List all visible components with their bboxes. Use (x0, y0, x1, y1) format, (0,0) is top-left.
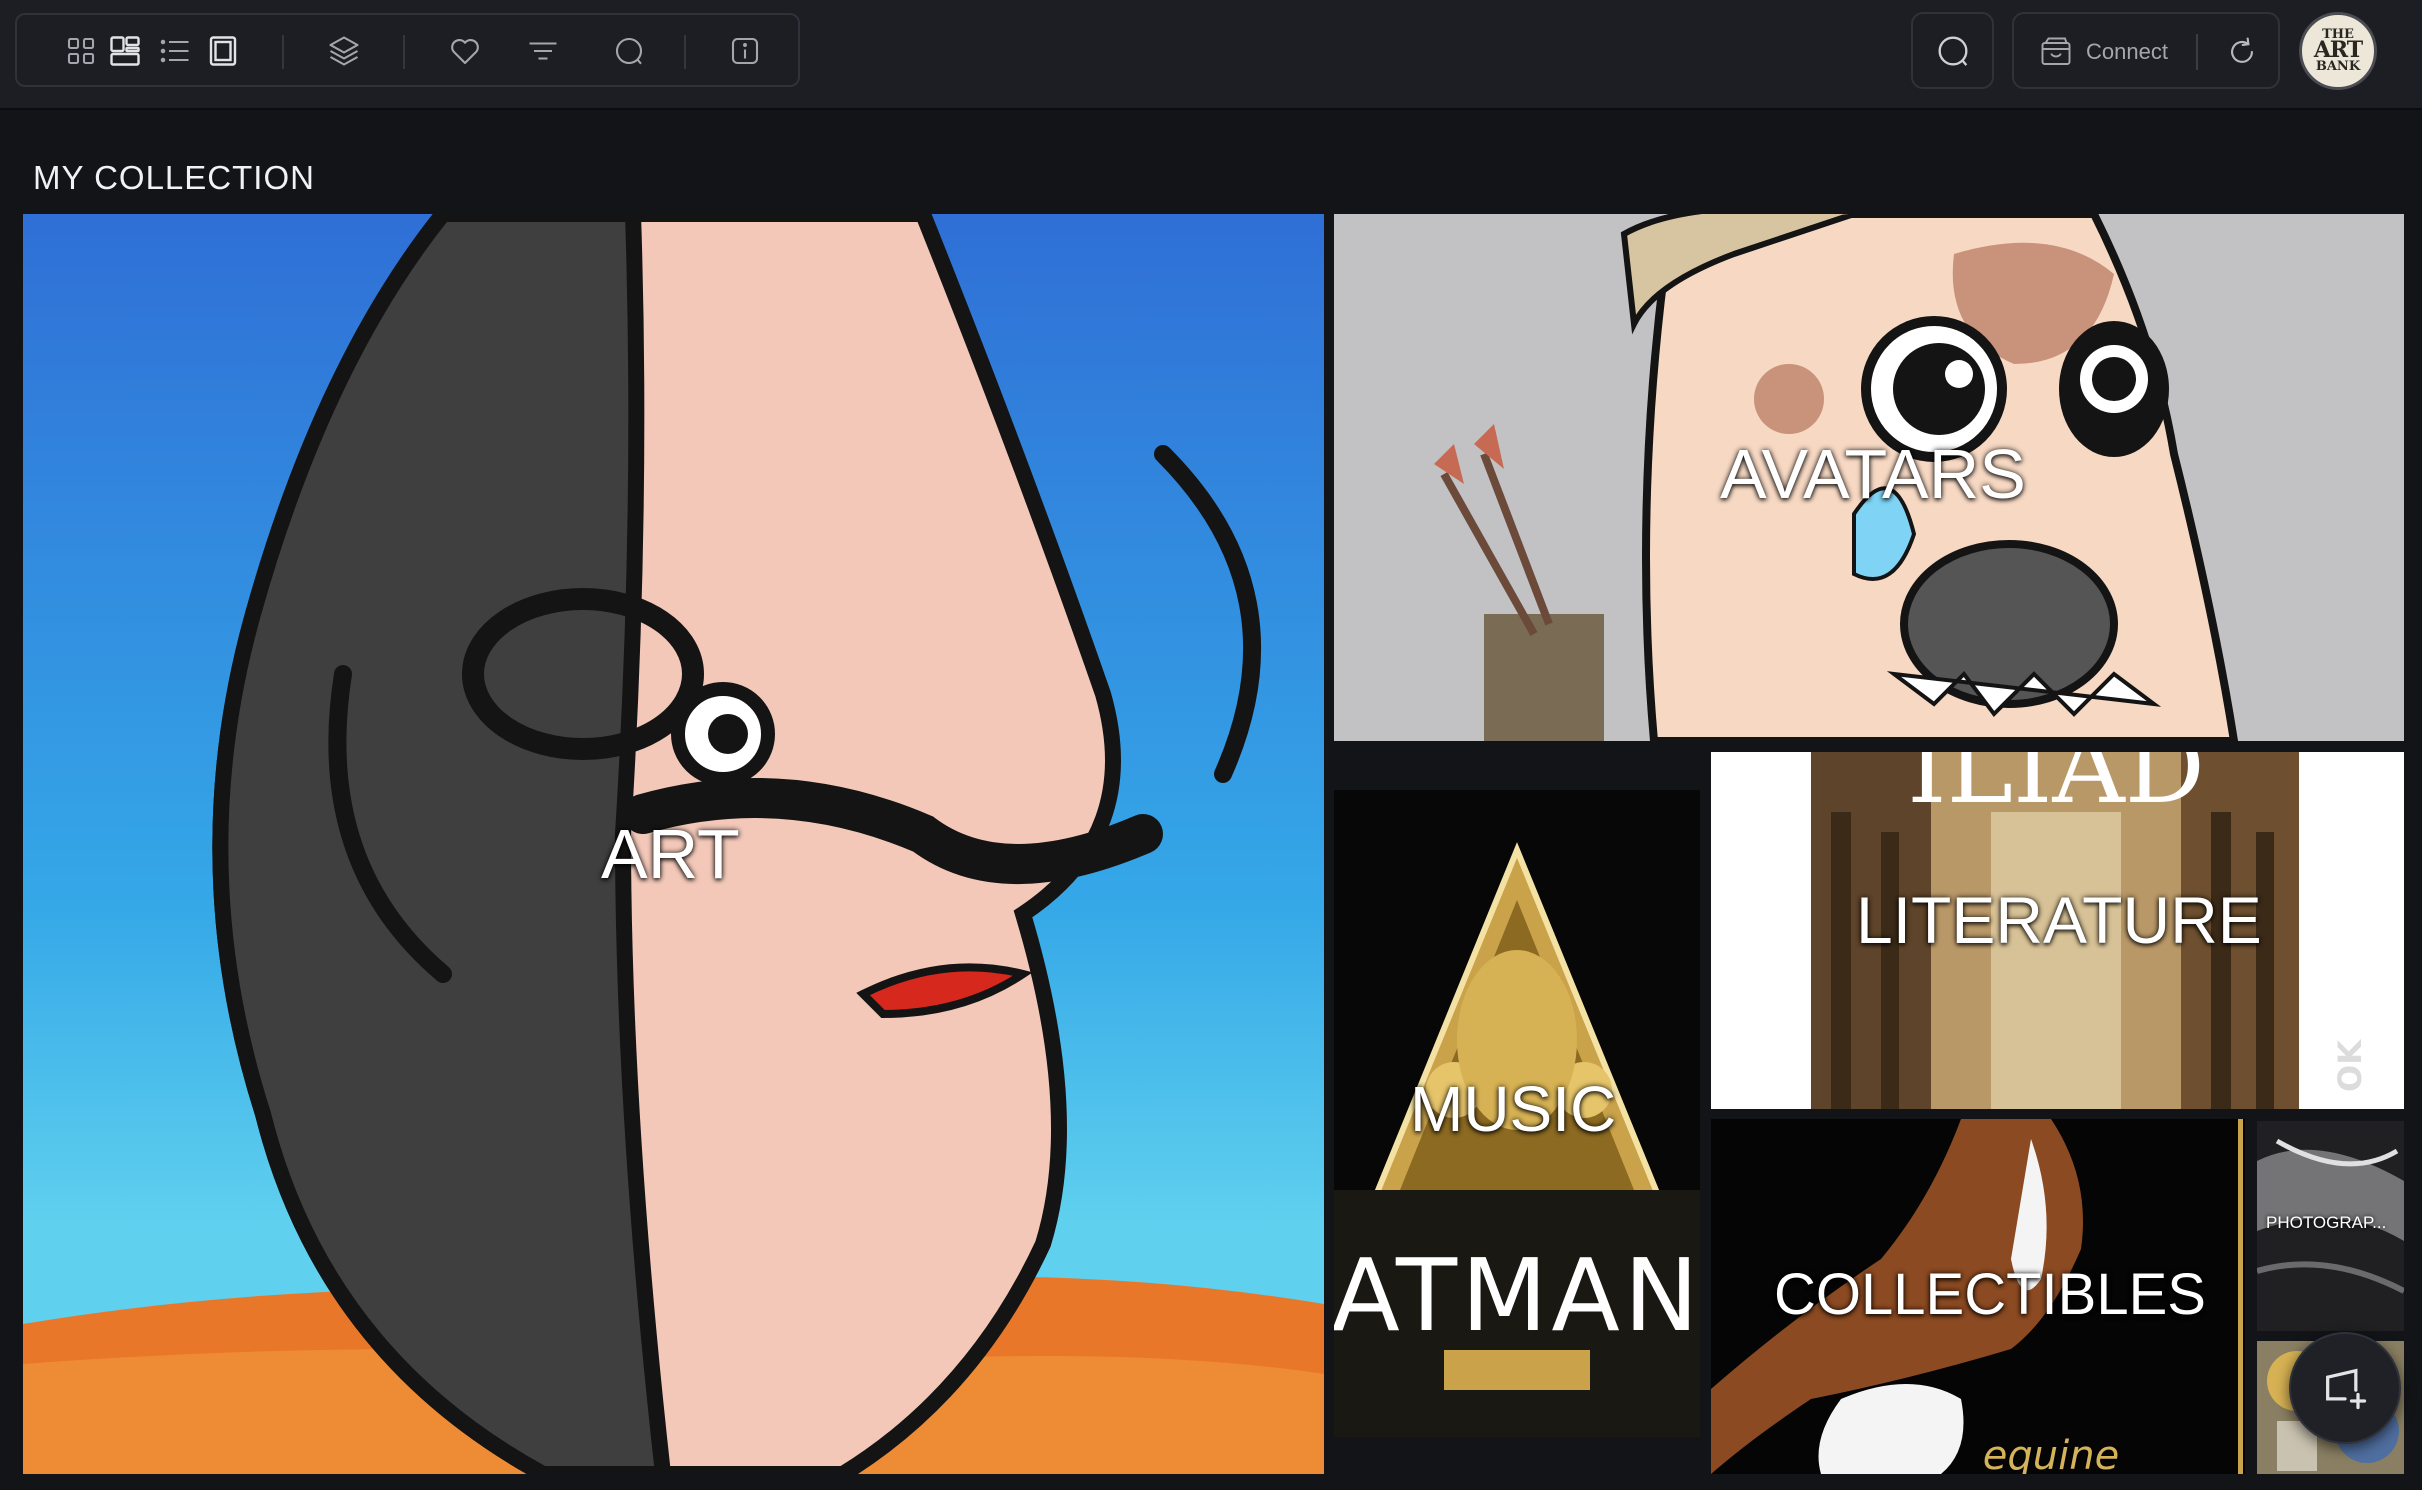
logo-text-line3: BANK (2315, 58, 2361, 74)
info-button[interactable] (723, 29, 767, 73)
tile-label-photography: PHOTOGRAP... (2266, 1213, 2387, 1232)
wallet-group: Connect (2012, 12, 2280, 89)
collectibles-brand-text: equine (1983, 1433, 2119, 1474)
layers-icon (329, 36, 359, 66)
grid-view-button[interactable] (59, 29, 103, 73)
wallet-divider (2196, 34, 2198, 70)
search-button[interactable] (1911, 12, 1994, 89)
refresh-icon (2231, 37, 2253, 63)
list-view-button[interactable] (153, 29, 197, 73)
profile-avatar[interactable]: THE ART BANK (2299, 12, 2377, 90)
info-icon (731, 37, 759, 65)
search-icon (1938, 36, 1967, 66)
category-tile-music[interactable]: ATMAN MUSIC (1334, 790, 1700, 1437)
add-display-button[interactable] (2289, 1332, 2401, 1444)
grid-view-icon (67, 37, 95, 65)
tile-label-literature: LITERATURE (1856, 883, 2262, 957)
chat-button[interactable] (607, 29, 651, 73)
top-bar: Connect THE ART BANK (0, 0, 2422, 110)
heart-icon (451, 39, 479, 65)
masonry-view-button[interactable] (103, 29, 147, 73)
single-view-icon (209, 36, 237, 66)
filter-icon (529, 42, 557, 60)
category-tile-collectibles[interactable]: equine COLLECTIBLES (1711, 1119, 2245, 1474)
toolbar-divider (403, 35, 405, 69)
layers-button[interactable] (322, 29, 366, 73)
chat-icon (615, 37, 643, 65)
connect-label: Connect (2086, 39, 2168, 64)
toolbar-divider (282, 35, 284, 69)
masonry-view-icon (110, 36, 140, 66)
single-view-button[interactable] (201, 29, 245, 73)
favorites-button[interactable] (443, 29, 487, 73)
tile-label-music: MUSIC (1410, 1073, 1617, 1145)
literature-side-text: OK (2331, 1039, 2369, 1092)
wallet-icon (2041, 37, 2071, 65)
category-tile-literature[interactable]: ILIAD OK LITERATURE (1711, 752, 2404, 1109)
add-screen-icon (2326, 1368, 2367, 1410)
tile-label-collectibles: COLLECTIBLES (1774, 1262, 2206, 1327)
list-view-icon (160, 39, 189, 63)
literature-book-title: ILIAD (1907, 752, 2205, 826)
logo-text-line2: ART (2313, 37, 2363, 64)
view-toolbar (15, 13, 800, 87)
category-tile-avatars[interactable]: AVATARS (1334, 214, 2404, 741)
page-title: MY COLLECTION (33, 159, 315, 196)
toolbar-divider (684, 35, 686, 69)
tile-label-art: ART (601, 815, 740, 893)
music-logo-text: ATMAN (1334, 1237, 1700, 1354)
tile-label-avatars: AVATARS (1720, 435, 2026, 513)
filter-button[interactable] (521, 29, 565, 73)
refresh-button[interactable] (2220, 30, 2264, 74)
category-tile-photography[interactable]: PHOTOGRAP... (2257, 1121, 2404, 1331)
category-tile-art[interactable]: ART (23, 214, 1324, 1474)
connect-wallet-button[interactable]: Connect (2038, 32, 2168, 72)
